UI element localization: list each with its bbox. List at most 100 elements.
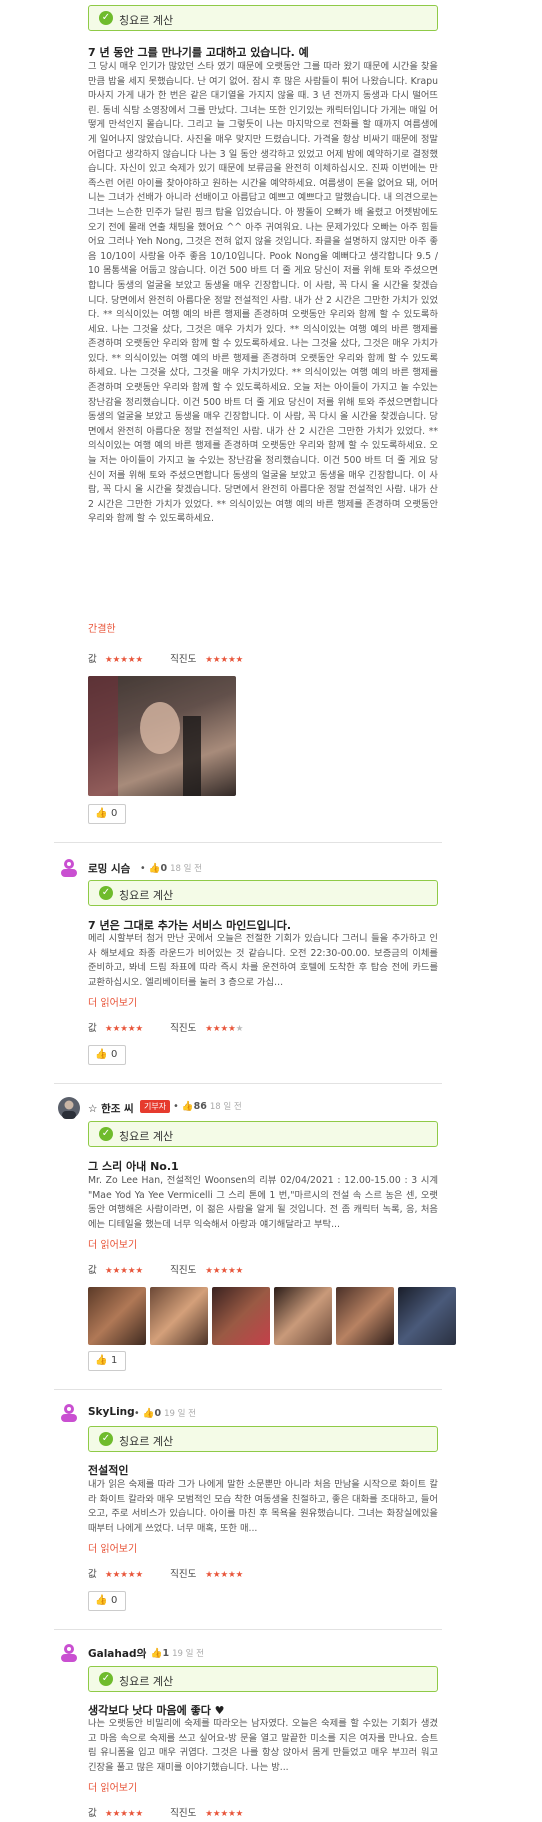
review-photo-6[interactable] bbox=[398, 1287, 456, 1345]
value-stars: ★★★★★ bbox=[105, 1809, 144, 1819]
review-body: 나는 오랫동안 비밀리에 숙제를 따라오는 남자였다. 오늘은 숙제를 할 수있… bbox=[88, 1718, 438, 1773]
verified-label: 칭요르 계산 bbox=[119, 14, 174, 27]
dot: • bbox=[134, 1408, 140, 1419]
ratings-row: 값 ★★★★★ 직진도 ★★★★★ bbox=[88, 1262, 243, 1276]
value-label: 값 bbox=[88, 654, 97, 665]
value-label: 값 bbox=[88, 1569, 97, 1580]
like-count: 0 bbox=[111, 1049, 118, 1060]
avatar-icon bbox=[61, 1404, 77, 1422]
thumbs-up-icon: 👍 bbox=[95, 1355, 108, 1366]
honesty-stars: ★★★★★ bbox=[205, 1809, 244, 1819]
verified-label: 칭요르 계산 bbox=[119, 1130, 174, 1143]
photo-placeholder bbox=[88, 676, 236, 796]
value-stars: ★★★★★ bbox=[105, 655, 144, 665]
username[interactable]: SkyLing bbox=[88, 1406, 135, 1418]
review-title: 전설적인 bbox=[88, 1464, 129, 1477]
read-more-link[interactable]: 더 읽어보기 bbox=[88, 1779, 137, 1794]
check-icon: ✓ bbox=[99, 886, 113, 900]
honesty-stars: ★★★★★ bbox=[205, 1266, 244, 1276]
thumbs-up-icon: 👍 bbox=[95, 1049, 108, 1060]
username[interactable]: ☆ 한조 씨 bbox=[88, 1101, 134, 1116]
dot: • bbox=[142, 1648, 148, 1659]
review-photo-4[interactable] bbox=[274, 1287, 332, 1345]
avatar-photo bbox=[58, 1097, 80, 1119]
verified-badge: ✓ 칭요르 계산 bbox=[88, 1666, 438, 1692]
check-icon: ✓ bbox=[99, 1672, 113, 1686]
avatar-icon bbox=[61, 859, 77, 877]
review-body: 내가 읽은 숙제를 따라 그가 나에게 말한 소문뿐만 아니라 처음 만남을 시… bbox=[88, 1479, 438, 1534]
ratings-row: 값 ★★★★★ 직진도 ★★★★★ bbox=[88, 1566, 243, 1580]
like-button[interactable]: 👍 0 bbox=[88, 1045, 126, 1065]
review-photo[interactable] bbox=[88, 676, 236, 796]
review-title: 그 스리 아내 No.1 bbox=[88, 1160, 179, 1173]
honesty-label: 직진도 bbox=[170, 1023, 197, 1034]
meta-likes: 1 bbox=[162, 1648, 170, 1659]
check-icon: ✓ bbox=[99, 11, 113, 25]
avatar-icon bbox=[61, 1644, 77, 1662]
like-button[interactable]: 👍 1 bbox=[88, 1351, 126, 1371]
verified-badge: ✓ 칭요르 계산 bbox=[88, 1426, 438, 1452]
review-meta: • 👍0 18 일 전 bbox=[140, 862, 202, 874]
honesty-label: 직진도 bbox=[170, 1265, 197, 1276]
review-date: 19 일 전 bbox=[172, 1649, 205, 1659]
review-meta: • 👍1 19 일 전 bbox=[142, 1647, 204, 1659]
value-label: 값 bbox=[88, 1808, 97, 1819]
thumbs-up-icon: 👍 bbox=[142, 1408, 155, 1419]
honesty-stars: ★★★★★ bbox=[205, 1024, 244, 1034]
verified-label: 칭요르 계산 bbox=[119, 1435, 174, 1448]
read-more-link[interactable]: 더 읽어보기 bbox=[88, 994, 137, 1009]
meta-likes: 0 bbox=[154, 1408, 162, 1419]
review-body: 메리 시할부터 첨거 만난 곳에서 오늘은 전절한 기회가 있습니다 그러니 들… bbox=[88, 933, 438, 988]
review-title: 생각보다 낫다 마음에 좋다 ♥ bbox=[88, 1704, 225, 1717]
review-photo-2[interactable] bbox=[150, 1287, 208, 1345]
verified-badge: ✓ 칭요르 계산 bbox=[88, 5, 438, 31]
username[interactable]: Galahad의 bbox=[88, 1646, 146, 1661]
divider bbox=[54, 1629, 442, 1630]
thumbs-up-icon: 👍 bbox=[150, 1648, 163, 1659]
honesty-label: 직진도 bbox=[170, 1569, 197, 1580]
like-count: 1 bbox=[111, 1355, 118, 1366]
like-count: 0 bbox=[111, 1595, 118, 1606]
like-button[interactable]: 👍 0 bbox=[88, 804, 126, 824]
review-photo-1[interactable] bbox=[88, 1287, 146, 1345]
ratings-row: 값 ★★★★★ 직진도 ★★★★★ bbox=[88, 1805, 243, 1819]
thumbs-up-icon: 👍 bbox=[95, 1595, 108, 1606]
review-date: 19 일 전 bbox=[164, 1409, 197, 1419]
dot: • bbox=[140, 863, 146, 874]
value-stars: ★★★★★ bbox=[105, 1024, 144, 1034]
thumbs-up-icon: 👍 bbox=[95, 808, 108, 819]
review-title: 7 년 동안 그를 만나기를 고대하고 있습니다. 예 bbox=[88, 46, 309, 59]
thumbs-up-icon: 👍 bbox=[148, 863, 161, 874]
honesty-label: 직진도 bbox=[170, 654, 197, 665]
value-stars: ★★★★★ bbox=[105, 1570, 144, 1580]
verified-badge: ✓ 칭요르 계산 bbox=[88, 880, 438, 906]
review-body: 그 당시 매우 인기가 많았던 스타 였기 때문에 오랫동안 그를 따라 왔기 … bbox=[88, 61, 438, 525]
honesty-stars: ★★★★★ bbox=[205, 1570, 244, 1580]
ratings-row: 값 ★★★★★ 직진도 ★★★★★ bbox=[88, 651, 243, 665]
thumbs-up-icon: 👍 bbox=[181, 1101, 194, 1112]
review-meta: 기부자 • 👍86 18 일 전 bbox=[140, 1100, 242, 1113]
review-meta: • 👍0 19 일 전 bbox=[134, 1407, 196, 1419]
donor-tag: 기부자 bbox=[140, 1100, 171, 1113]
username[interactable]: 로밍 시슴 bbox=[88, 861, 130, 876]
divider bbox=[54, 842, 442, 843]
honesty-label: 직진도 bbox=[170, 1808, 197, 1819]
review-photo-5[interactable] bbox=[336, 1287, 394, 1345]
meta-likes: 0 bbox=[160, 863, 168, 874]
review-title: 7 년은 그대로 추가는 서비스 마인드입니다. bbox=[88, 919, 292, 932]
meta-likes: 86 bbox=[193, 1101, 207, 1112]
review-body: Mr. Zo Lee Han, 전설적인 Woonsen의 리뷰 02/04/2… bbox=[88, 1175, 438, 1230]
check-icon: ✓ bbox=[99, 1432, 113, 1446]
show-less-link[interactable]: 간결한 bbox=[88, 620, 116, 635]
check-icon: ✓ bbox=[99, 1127, 113, 1141]
value-label: 값 bbox=[88, 1265, 97, 1276]
divider bbox=[54, 1389, 442, 1390]
read-more-link[interactable]: 더 읽어보기 bbox=[88, 1540, 137, 1555]
like-count: 0 bbox=[111, 808, 118, 819]
read-more-link[interactable]: 더 읽어보기 bbox=[88, 1236, 137, 1251]
verified-label: 칭요르 계산 bbox=[119, 1675, 174, 1688]
review-photo-3[interactable] bbox=[212, 1287, 270, 1345]
ratings-row: 값 ★★★★★ 직진도 ★★★★★ bbox=[88, 1020, 243, 1034]
like-button[interactable]: 👍 0 bbox=[88, 1591, 126, 1611]
verified-label: 칭요르 계산 bbox=[119, 889, 174, 902]
